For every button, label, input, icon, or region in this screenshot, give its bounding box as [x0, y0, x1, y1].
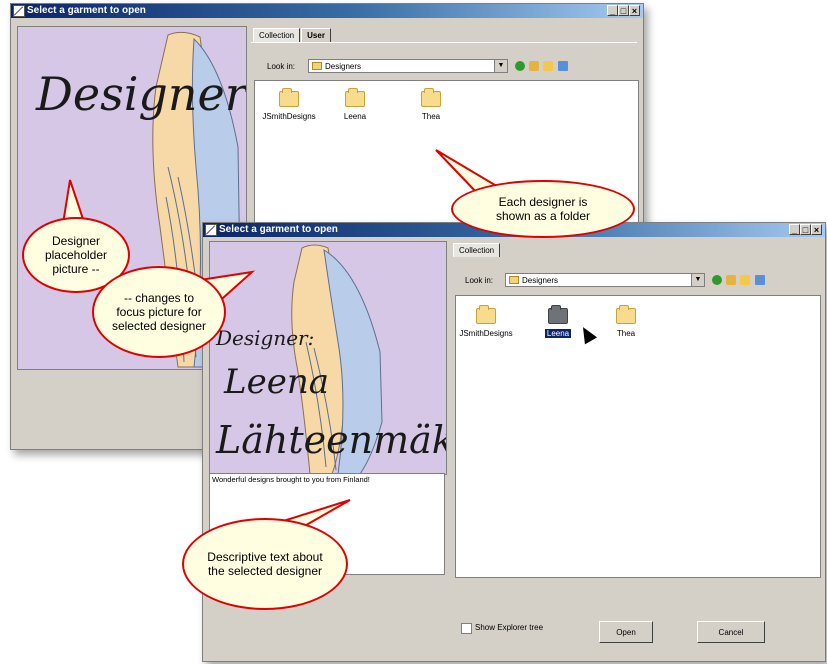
window-app-icon	[13, 5, 25, 17]
maximize-icon[interactable]: □	[800, 224, 811, 235]
folder-label: Thea	[421, 112, 441, 121]
up-folder-icon[interactable]	[726, 275, 736, 285]
folder-icon	[312, 62, 322, 70]
folder-label: Leena	[343, 112, 367, 121]
folder-label: JSmithDesigns	[262, 112, 316, 121]
folder-item-jsmithdesigns[interactable]: JSmithDesigns	[259, 88, 319, 121]
minimize-icon[interactable]: _	[789, 224, 800, 235]
chevron-down-icon[interactable]: ▼	[494, 60, 507, 72]
folder-icon	[476, 305, 496, 324]
look-in-label: Look in:	[465, 276, 494, 285]
designer-focus-picture: Designer: Leena Lähteenmäki	[209, 241, 447, 475]
folder-icon	[421, 88, 441, 107]
back-nav-icon[interactable]	[515, 61, 525, 71]
designer-firstname-heading: Leena	[224, 362, 329, 402]
show-explorer-tree-label: Show Explorer tree	[475, 623, 544, 632]
open-button[interactable]: Open	[599, 621, 653, 643]
back-dialog-title: Select a garment to open	[27, 5, 146, 16]
callout-description: Descriptive text about the selected desi…	[182, 518, 348, 610]
close-icon[interactable]: ×	[811, 224, 822, 235]
new-folder-icon[interactable]	[740, 275, 750, 285]
folder-label: Thea	[616, 329, 636, 338]
folder-item-thea[interactable]: Thea	[401, 88, 461, 121]
view-menu-icon[interactable]	[558, 61, 568, 71]
folder-icon	[616, 305, 636, 324]
look-in-label: Look in:	[267, 62, 296, 71]
cancel-button[interactable]: Cancel	[697, 621, 765, 643]
tab-collection[interactable]: Collection	[453, 243, 501, 257]
back-tab-panel	[251, 42, 637, 43]
close-icon[interactable]: ×	[629, 5, 640, 16]
view-menu-icon[interactable]	[755, 275, 765, 285]
look-in-value: Designers	[325, 62, 362, 71]
folder-icon	[279, 88, 299, 107]
front-file-list[interactable]: JSmithDesigns Leena Thea	[455, 295, 821, 578]
folder-icon	[345, 88, 365, 107]
up-folder-icon[interactable]	[529, 61, 539, 71]
callout-focus: -- changes to focus picture for selected…	[92, 266, 226, 358]
window-app-icon	[205, 224, 217, 236]
designer-lastname-heading: Lähteenmäki	[216, 418, 447, 462]
folder-label: JSmithDesigns	[459, 329, 513, 338]
show-explorer-tree-checkbox[interactable]	[461, 623, 472, 634]
folder-item-leena[interactable]: Leena	[325, 88, 385, 121]
look-in-combo[interactable]: Designers ▼	[505, 273, 705, 287]
designer-description-text: Wonderful designs brought to you from Fi…	[212, 475, 370, 484]
designer-heading: Designer	[36, 67, 247, 121]
look-in-value: Designers	[522, 276, 559, 285]
back-dialog-titlebar[interactable]: Select a garment to open _ □ ×	[11, 4, 643, 18]
tab-collection[interactable]: Collection	[253, 28, 301, 42]
folder-icon	[548, 305, 568, 324]
folder-label: Leena	[544, 329, 572, 338]
back-nav-icon[interactable]	[712, 275, 722, 285]
designer-label-heading: Designer:	[216, 326, 315, 350]
tab-user[interactable]: User	[301, 28, 331, 42]
folder-item-jsmithdesigns[interactable]: JSmithDesigns	[456, 305, 516, 338]
callout-folder: Each designer is shown as a folder	[451, 180, 635, 238]
folder-item-thea[interactable]: Thea	[596, 305, 656, 338]
minimize-icon[interactable]: _	[607, 5, 618, 16]
look-in-combo[interactable]: Designers ▼	[308, 59, 508, 73]
new-folder-icon[interactable]	[543, 61, 553, 71]
chevron-down-icon[interactable]: ▼	[691, 274, 704, 286]
front-dialog-title: Select a garment to open	[219, 224, 338, 235]
folder-icon	[509, 276, 519, 284]
maximize-icon[interactable]: □	[618, 5, 629, 16]
